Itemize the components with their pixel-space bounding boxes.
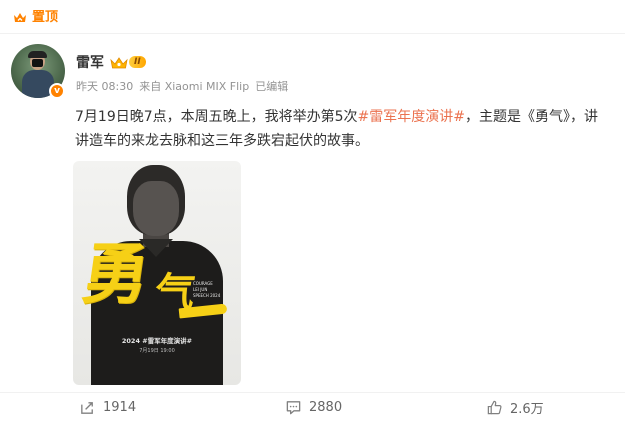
repost-count: 1914 bbox=[103, 399, 137, 415]
author-name[interactable]: 雷军 bbox=[76, 52, 104, 72]
author-avatar[interactable]: v bbox=[11, 44, 65, 99]
comment-button[interactable]: 2880 bbox=[285, 398, 342, 416]
poster-title-char-1: 勇 bbox=[77, 235, 155, 313]
vip-badge[interactable]: II bbox=[110, 55, 146, 69]
post-meta: 昨天 08:30 来自 Xiaomi MIX Flip 已编辑 bbox=[76, 79, 288, 93]
pin-icon bbox=[12, 10, 28, 26]
header-divider bbox=[0, 33, 625, 34]
edited-label[interactable]: 已编辑 bbox=[255, 78, 288, 94]
post-text: 7月19日晚7点，本周五晚上，我将举办第5次#雷军年度演讲#，主题是《勇气》，讲… bbox=[75, 105, 610, 153]
crown-icon bbox=[110, 55, 128, 69]
poster-event-line: 2024 #雷军年度演讲# bbox=[121, 337, 193, 345]
comment-count: 2880 bbox=[309, 399, 343, 415]
poster-english-text: COURAGE LEI JUN SPEECH 2024 bbox=[193, 281, 221, 298]
poster-date-line: 7月19日 19:00 bbox=[139, 348, 175, 354]
repost-button[interactable]: 1914 bbox=[79, 398, 136, 416]
pinned-label: 置顶 bbox=[32, 10, 59, 25]
verified-v-icon: v bbox=[49, 83, 65, 99]
post-time[interactable]: 昨天 08:30 bbox=[76, 78, 133, 94]
repost-icon bbox=[79, 399, 96, 416]
like-count: 2.6万 bbox=[510, 401, 544, 417]
like-thumb-icon bbox=[486, 399, 503, 416]
post-image[interactable]: 勇 气 COURAGE LEI JUN SPEECH 2024 2024 #雷军… bbox=[73, 161, 241, 385]
level-badge: II bbox=[129, 56, 146, 68]
action-bar: 1914 2880 2.6万 bbox=[0, 393, 625, 421]
like-button[interactable]: 2.6万 bbox=[486, 398, 544, 417]
weibo-post-card: 置顶 v 雷军 II 昨天 08:30 来自 Xiaomi MIX Flip 已… bbox=[0, 0, 625, 427]
topic-link[interactable]: #雷军年度演讲# bbox=[358, 109, 465, 125]
author-row: 雷军 II bbox=[76, 53, 146, 71]
comment-icon bbox=[285, 399, 302, 416]
post-text-before: 7月19日晚7点，本周五晚上，我将举办第5次 bbox=[75, 109, 358, 125]
pinned-header: 置顶 bbox=[12, 9, 58, 27]
post-source: 来自 Xiaomi MIX Flip bbox=[139, 80, 250, 93]
